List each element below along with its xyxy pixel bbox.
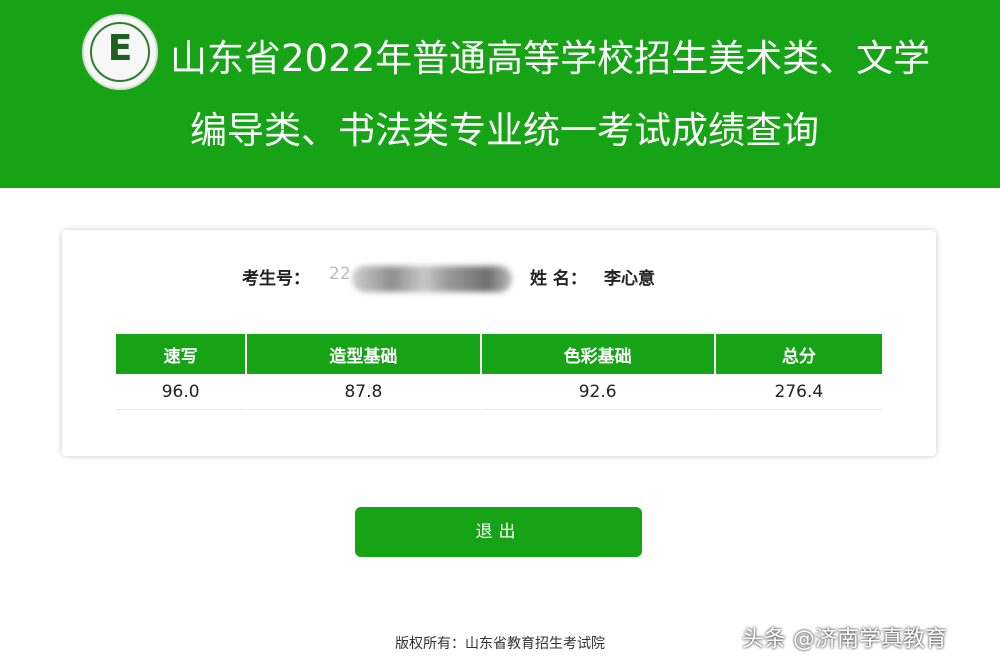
header-total: 总分	[715, 334, 882, 374]
logo-letter: E	[107, 28, 133, 69]
institution-logo: E	[82, 14, 158, 90]
name-label: 姓 名：	[530, 269, 587, 289]
score-modeling-basics: 87.8	[247, 374, 480, 410]
header-sketch: 速写	[116, 334, 246, 374]
name-value: 李心意	[604, 269, 655, 289]
result-card: 考生号： 22 姓 名： 李心意 速写 造型基础 色彩基础 总分 96.0 87…	[62, 230, 936, 456]
header-color-basics: 色彩基础	[481, 334, 714, 374]
title-line-2: 编导类、书法类专业统一考试成绩查询	[190, 109, 819, 152]
header-modeling-basics: 造型基础	[247, 334, 480, 374]
exam-number-value: 22	[329, 264, 351, 284]
logout-button[interactable]: 退出	[355, 507, 642, 557]
score-total: 276.4	[715, 374, 882, 410]
score-sketch: 96.0	[116, 374, 246, 410]
score-color-basics: 92.6	[481, 374, 714, 410]
exam-number-label: 考生号：	[242, 269, 310, 289]
title-line-1: 山东省2022年普通高等学校招生美术类、文学	[170, 37, 931, 80]
watermark-text: 头条 @济南学真教育	[742, 627, 947, 652]
candidate-info: 考生号： 22 姓 名： 李心意	[62, 264, 936, 294]
exam-number-redaction	[352, 266, 512, 292]
score-row: 96.0 87.8 92.6 276.4	[116, 374, 882, 410]
score-table: 速写 造型基础 色彩基础 总分 96.0 87.8 92.6 276.4	[114, 334, 884, 410]
page-header: E 山东省2022年普通高等学校招生美术类、文学 编导类、书法类专业统一考试成绩…	[0, 0, 1000, 188]
score-header-row: 速写 造型基础 色彩基础 总分	[116, 334, 882, 374]
